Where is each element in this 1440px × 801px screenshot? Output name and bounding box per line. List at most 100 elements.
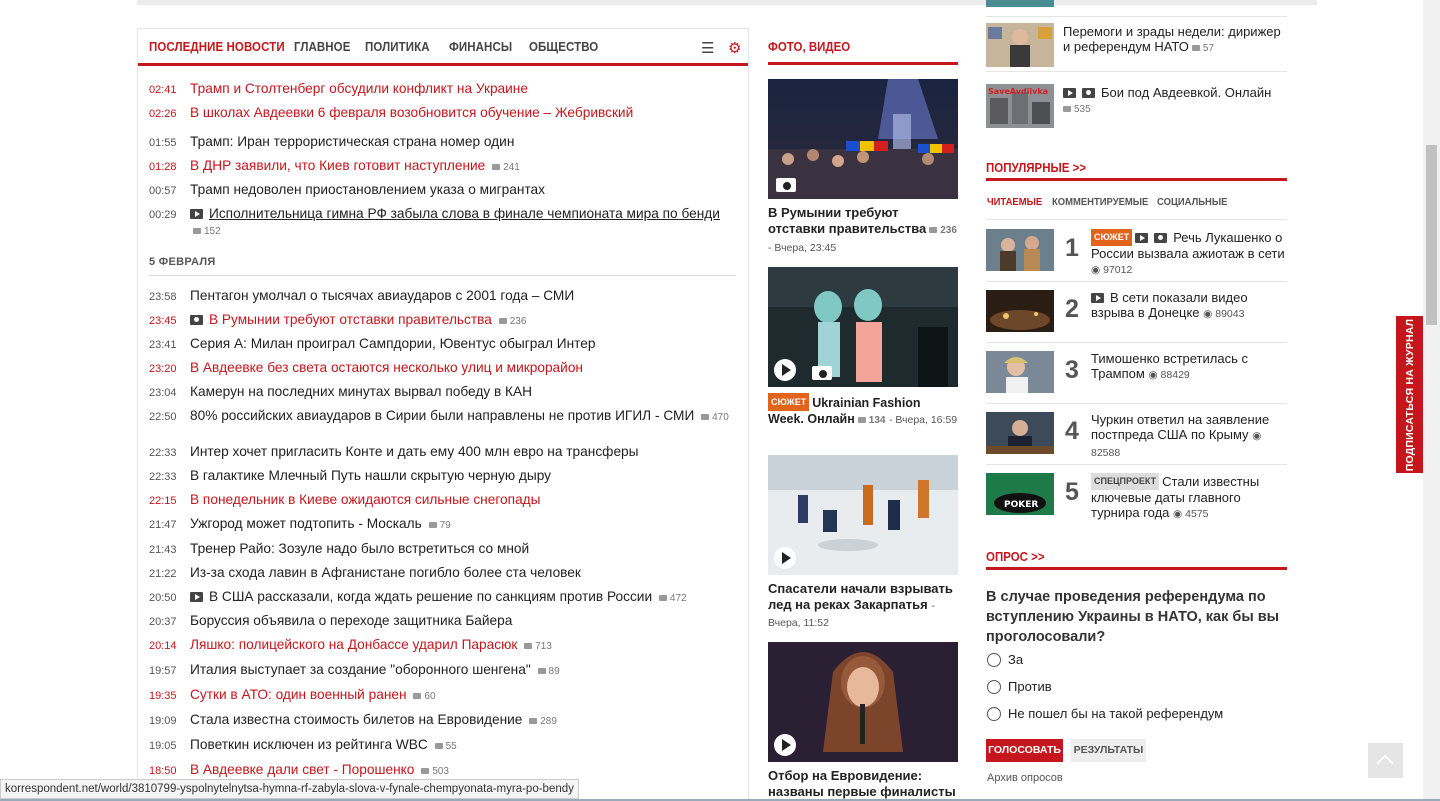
news-title[interactable]: Из-за схода лавин в Афганистане погибло … (190, 565, 730, 581)
subscribe-magazine-tab[interactable]: ПОДПИСАТЬСЯ НА ЖУРНАЛ (1396, 316, 1423, 473)
tab-main[interactable]: ГЛАВНОЕ (294, 40, 350, 54)
news-link[interactable]: 80% российских авиаударов в Сирии были н… (190, 408, 694, 423)
news-title[interactable]: Боруссия объявила о переходе защитника Б… (190, 613, 730, 629)
news-title[interactable]: В Авдеевке дали свет - Порошенко 503 (190, 762, 730, 780)
tab-most-read[interactable]: ЧИТАЕМЫЕ (987, 196, 1042, 208)
popular-title[interactable]: СПЕЦПРОЕКТ Стали известны ключевые даты г… (1091, 473, 1286, 522)
photo-video-heading-link[interactable]: ФОТО, ВИДЕО (768, 40, 850, 54)
play-video-icon[interactable] (774, 734, 796, 756)
news-title[interactable]: Ляшко: полицейского на Донбассе ударил П… (190, 637, 730, 655)
results-button[interactable]: РЕЗУЛЬТАТЫ (1071, 739, 1146, 762)
news-link[interactable]: Исполнительница гимна РФ забыла слова в … (209, 206, 720, 221)
media-title[interactable]: В Румынии требуют отставки правительства… (768, 205, 958, 256)
popular-item[interactable]: POKER 5 СПЕЦПРОЕКТ Стали известны ключевы… (986, 465, 1287, 526)
news-link[interactable]: В школах Авдеевки 6 февраля возобновится… (190, 105, 633, 120)
list-view-icon[interactable]: ☰ (701, 39, 714, 57)
news-title[interactable]: В Авдеевке без света остаются несколько … (190, 360, 730, 376)
news-title[interactable]: Исполнительница гимна РФ забыла слова в … (190, 206, 730, 240)
radio-button[interactable] (987, 680, 1001, 694)
news-link[interactable]: В Авдеевке без света остаются несколько … (190, 360, 583, 375)
news-link[interactable]: В Авдеевке дали свет - Порошенко (190, 762, 414, 777)
news-link[interactable]: Интер хочет пригласить Конте и дать ему … (190, 444, 639, 459)
settings-gear-icon[interactable]: ⚙ (728, 39, 741, 57)
news-title[interactable]: Ужгород может подтопить - Москаль 79 (190, 516, 730, 534)
popular-thumb[interactable] (986, 229, 1054, 271)
radio-button[interactable] (987, 653, 1001, 667)
news-link[interactable]: Ужгород может подтопить - Москаль (190, 516, 422, 531)
feature-item-avdiivka[interactable]: SaveAvdiivka Бои под Авдеевкой. Онлайн 53… (986, 78, 1287, 133)
news-link[interactable]: Трамп: Иран террористическая страна номе… (190, 134, 514, 149)
news-link[interactable]: Из-за схода лавин в Афганистане погибло … (190, 565, 581, 580)
news-link[interactable]: Пентагон умолчал о тысячах авиаударов с … (190, 288, 574, 303)
news-link[interactable]: Боруссия объявила о переходе защитника Б… (190, 613, 512, 628)
news-title[interactable]: Пентагон умолчал о тысячах авиаударов с … (190, 288, 730, 304)
popular-thumb[interactable] (986, 351, 1054, 393)
news-link[interactable]: Трамп недоволен приостановлением указа о… (190, 182, 545, 197)
news-title[interactable]: В понедельник в Киеве ожидаются сильные … (190, 492, 730, 508)
scrollbar-thumb[interactable] (1426, 145, 1437, 325)
tab-most-commented[interactable]: КОММЕНТИРУЕМЫЕ (1052, 196, 1148, 208)
media-thumb-ice[interactable] (768, 455, 958, 575)
news-link[interactable]: Италия выступает за создание "оборонного… (190, 662, 531, 677)
media-thumb-singer[interactable] (768, 642, 958, 762)
news-link[interactable]: Сутки в АТО: один военный ранен (190, 687, 407, 702)
news-title[interactable]: В США рассказали, когда ждать решение по… (190, 589, 730, 607)
news-title[interactable]: Трамп недоволен приостановлением указа о… (190, 182, 730, 198)
tab-society[interactable]: ОБЩЕСТВО (529, 40, 598, 54)
news-title[interactable]: В галактике Млечный Путь нашли скрытую ч… (190, 468, 730, 484)
vote-button[interactable]: ГОЛОСОВАТЬ (986, 739, 1063, 762)
poll-option-yes[interactable]: За (987, 652, 1023, 667)
news-title[interactable]: В Румынии требуют отставки правительства… (190, 312, 730, 330)
news-link[interactable]: В галактике Млечный Путь нашли скрытую ч… (190, 468, 551, 483)
popular-item[interactable]: 4 Чуркин ответил на заявление постпреда … (986, 404, 1287, 465)
popular-title[interactable]: В сети показали видео взрыва в Донецке ◉… (1091, 290, 1286, 322)
poll-option-abstain[interactable]: Не пошел бы на такой референдум (987, 706, 1223, 721)
news-title[interactable]: Сутки в АТО: один военный ранен 60 (190, 687, 730, 705)
play-video-icon[interactable] (774, 359, 796, 381)
feature-thumb[interactable] (986, 23, 1054, 67)
news-link[interactable]: Поветкин исключен из рейтинга WBC (190, 737, 428, 752)
media-thumb-fashion[interactable] (768, 267, 958, 387)
previous-item-thumb[interactable] (986, 0, 1054, 7)
news-link[interactable]: Камерун на последних минутах вырвал побе… (190, 384, 532, 399)
tab-politics[interactable]: ПОЛИТИКА (365, 40, 430, 54)
news-title[interactable]: Тренер Райо: Зозуле надо было встретитьс… (190, 541, 730, 557)
popular-title[interactable]: Тимошенко встретилась с Трампом ◉ 88429 (1091, 351, 1286, 383)
scroll-to-top-icon[interactable] (1368, 743, 1403, 778)
poll-option-no[interactable]: Против (987, 679, 1052, 694)
popular-thumb[interactable] (986, 290, 1054, 332)
feature-item-perehody[interactable]: Перемоги и зрады недели: дирижер и рефер… (986, 17, 1287, 72)
feature-title[interactable]: Перемоги и зрады недели: дирижер и рефер… (1063, 24, 1283, 56)
popular-title[interactable]: СЮЖЕТ Речь Лукашенко о России вызвала ажи… (1091, 229, 1286, 278)
news-link[interactable]: В ДНР заявили, что Киев готовит наступле… (190, 158, 485, 173)
news-link[interactable]: Стала известна стоимость билетов на Евро… (190, 712, 522, 727)
media-title[interactable]: СЮЖЕТ Ukrainian Fashion Week. Онлайн 134 -… (768, 393, 958, 429)
news-link[interactable]: В понедельник в Киеве ожидаются сильные … (190, 492, 541, 507)
media-thumb-protest[interactable] (768, 79, 958, 199)
news-title[interactable]: 80% российских авиаударов в Сирии были н… (190, 408, 730, 426)
news-link[interactable]: В США рассказали, когда ждать решение по… (209, 589, 652, 604)
tab-latest-news[interactable]: ПОСЛЕДНИЕ НОВОСТИ (149, 40, 285, 54)
page-scrollbar[interactable] (1423, 0, 1440, 801)
popular-item[interactable]: 3 Тимошенко встретилась с Трампом ◉ 8842… (986, 343, 1287, 404)
news-link[interactable]: В Румынии требуют отставки правительства (209, 312, 492, 327)
popular-title[interactable]: Чуркин ответил на заявление постпреда СШ… (1091, 412, 1286, 461)
popular-item[interactable]: 1 СЮЖЕТ Речь Лукашенко о России вызвала а… (986, 221, 1287, 282)
popular-heading-link[interactable]: ПОПУЛЯРНЫЕ >> (986, 161, 1086, 175)
news-title[interactable]: Трамп: Иран террористическая страна номе… (190, 134, 730, 150)
news-link[interactable]: Трамп и Столтенберг обсудили конфликт на… (190, 81, 528, 96)
popular-thumb[interactable]: POKER (986, 473, 1054, 515)
feature-thumb[interactable]: SaveAvdiivka (986, 84, 1054, 128)
news-link[interactable]: Тренер Райо: Зозуле надо было встретитьс… (190, 541, 529, 556)
feature-title[interactable]: Бои под Авдеевкой. Онлайн 535 (1063, 85, 1283, 117)
news-link[interactable]: Ляшко: полицейского на Донбассе ударил П… (190, 637, 517, 652)
media-title[interactable]: Отбор на Евровидение: названы первые фин… (768, 768, 958, 800)
news-title[interactable]: Камерун на последних минутах вырвал побе… (190, 384, 730, 400)
popular-thumb[interactable] (986, 412, 1054, 454)
tab-finance[interactable]: ФИНАНСЫ (449, 40, 512, 54)
news-title[interactable]: Интер хочет пригласить Конте и дать ему … (190, 444, 730, 460)
radio-button[interactable] (987, 707, 1001, 721)
news-title[interactable]: Италия выступает за создание "оборонного… (190, 662, 730, 680)
news-title[interactable]: Поветкин исключен из рейтинга WBC 55 (190, 737, 730, 755)
poll-archive-link[interactable]: Архив опросов (987, 772, 1063, 784)
